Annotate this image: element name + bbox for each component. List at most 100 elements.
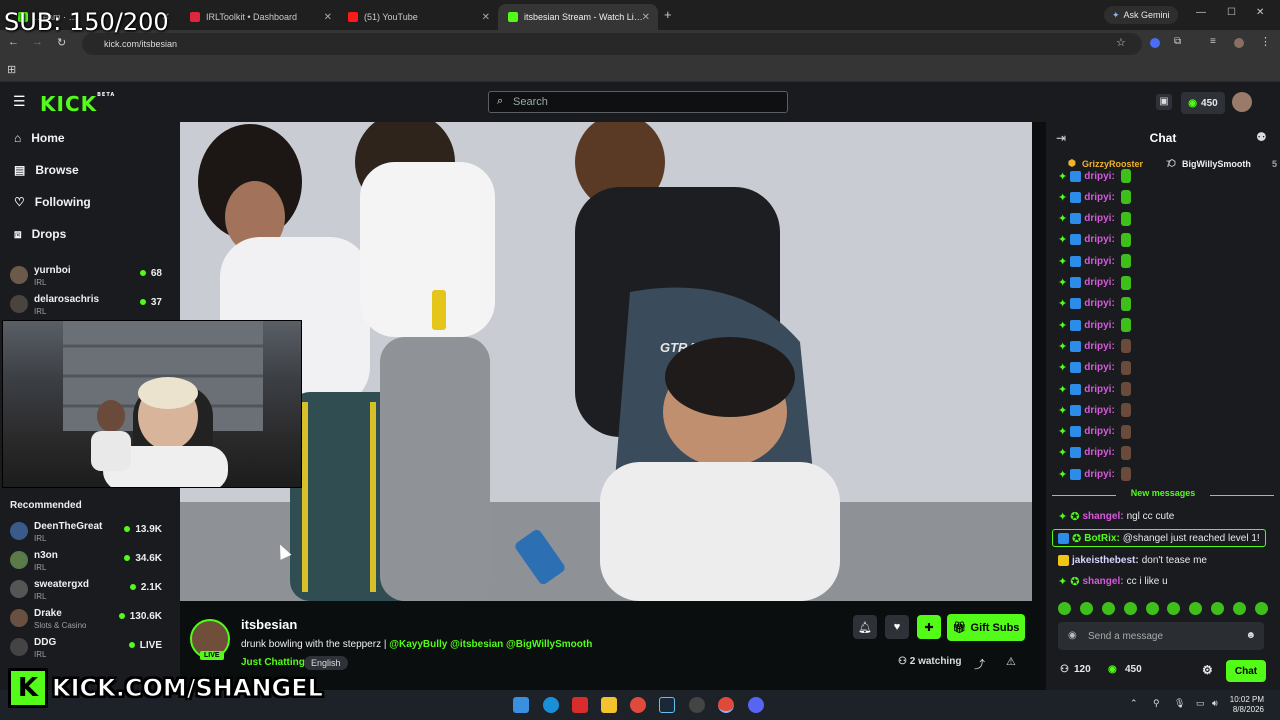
- maximize-button[interactable]: ☐: [1227, 7, 1236, 18]
- chat-username[interactable]: dripyi:: [1084, 277, 1115, 288]
- close-window-button[interactable]: ✕: [1256, 7, 1264, 18]
- sidebar-item-browse[interactable]: ▤ Browse: [14, 160, 79, 180]
- emote-icon[interactable]: [1254, 602, 1268, 615]
- chat-username[interactable]: shangel:: [1082, 576, 1123, 587]
- close-tab-icon[interactable]: ✕: [482, 12, 490, 23]
- follow-button[interactable]: ♥: [885, 615, 909, 639]
- chat-username[interactable]: dripyi:: [1084, 469, 1115, 480]
- chat-footer-points[interactable]: 450: [1125, 664, 1142, 675]
- forward-icon[interactable]: →: [32, 36, 43, 48]
- close-tab-icon[interactable]: ✕: [642, 12, 650, 23]
- emote-icon[interactable]: [1211, 602, 1225, 615]
- emote-icon[interactable]: [1233, 602, 1246, 615]
- points-badge[interactable]: ◉ 450: [1181, 92, 1225, 114]
- chat-username[interactable]: jakeisthebest:: [1072, 555, 1139, 566]
- address-bar[interactable]: kick.com/itsbesian: [82, 33, 1142, 55]
- steam-icon[interactable]: [659, 697, 675, 713]
- network-icon[interactable]: ⚲: [1153, 698, 1160, 709]
- chat-username[interactable]: dripyi:: [1084, 298, 1115, 309]
- new-messages-divider[interactable]: New messages: [1052, 488, 1274, 502]
- file-explorer-icon[interactable]: [601, 697, 617, 713]
- mic-icon[interactable]: 🎙︎: [1174, 698, 1185, 709]
- browser-tab-4[interactable]: itsbesian Stream - Watch Li… ✕: [498, 4, 658, 30]
- emote-icon[interactable]: [1145, 602, 1159, 615]
- close-tab-icon[interactable]: ✕: [324, 12, 332, 23]
- chat-username[interactable]: dripyi:: [1084, 362, 1115, 373]
- minimize-button[interactable]: —: [1196, 7, 1206, 18]
- emote-icon[interactable]: [1079, 602, 1093, 615]
- streamer-name[interactable]: itsbesian: [241, 617, 297, 632]
- chat-username[interactable]: dripyi:: [1084, 341, 1115, 352]
- sidebar-channel-sweatergxd[interactable]: sweatergxd IRL 2.1K: [10, 578, 170, 604]
- emote-icon[interactable]: [1058, 602, 1071, 615]
- sidebar-channel-delarosachris[interactable]: delarosachris IRL 37: [10, 293, 170, 319]
- extension-icon[interactable]: [1150, 38, 1160, 48]
- share-icon[interactable]: ⤴: [974, 656, 985, 672]
- emote-icon[interactable]: [1189, 602, 1203, 615]
- sidebar-item-following[interactable]: ♡ Following: [14, 192, 91, 212]
- chat-username[interactable]: dripyi:: [1084, 426, 1115, 437]
- emote-icon[interactable]: [1101, 602, 1115, 615]
- chrome-icon[interactable]: [630, 697, 646, 713]
- stream-title-mentions[interactable]: @KayyBully @itsbesian @BigWillySmooth: [389, 639, 592, 650]
- theater-mode-icon[interactable]: ▣: [1156, 94, 1172, 110]
- browser-tab-3[interactable]: (51) YouTube ✕: [338, 4, 498, 30]
- apps-grid-icon[interactable]: ⊞: [7, 63, 16, 76]
- settings-gear-icon[interactable]: ⚙: [1202, 663, 1213, 677]
- extensions-puzzle-icon[interactable]: ⧉: [1174, 36, 1181, 47]
- chat-username[interactable]: BotRix:: [1084, 533, 1120, 544]
- chat-username[interactable]: dripyi:: [1084, 192, 1115, 203]
- browser-menu-icon[interactable]: ⋮: [1260, 35, 1271, 48]
- display-icon[interactable]: ▭: [1196, 698, 1205, 709]
- chat-username[interactable]: dripyi:: [1084, 213, 1115, 224]
- search-input[interactable]: ⌕ Search: [488, 91, 788, 113]
- leaderboard-name[interactable]: BigWillySmooth: [1182, 159, 1251, 169]
- chat-users-icon[interactable]: ⚉: [1256, 130, 1267, 144]
- sidebar-channel-ddg[interactable]: DDG IRL LIVE: [10, 636, 170, 662]
- subscribe-button[interactable]: ✚: [917, 615, 941, 639]
- gift-subs-button[interactable]: 🎁︎ Gift Subs: [947, 614, 1025, 641]
- chat-input[interactable]: ◉ Send a message ☻: [1058, 622, 1264, 650]
- category-link[interactable]: Just Chatting: [241, 657, 305, 668]
- chat-username[interactable]: dripyi:: [1084, 320, 1115, 331]
- emote-icon[interactable]: [1167, 602, 1181, 615]
- bookmark-star-icon[interactable]: ☆: [1116, 36, 1126, 49]
- tray-chevron-icon[interactable]: ⌃: [1130, 698, 1138, 709]
- browser-tab-2[interactable]: IRLToolkit • Dashboard ✕: [180, 4, 340, 30]
- video-player[interactable]: GTRACING: [180, 122, 1032, 601]
- emoji-picker-icon[interactable]: ☻: [1245, 630, 1256, 641]
- emote-icon[interactable]: [1123, 602, 1137, 615]
- report-icon[interactable]: ⚠: [1006, 655, 1016, 668]
- system-clock[interactable]: 10:02 PM 8/8/2026: [1230, 695, 1264, 715]
- discord-icon[interactable]: [748, 697, 764, 713]
- volume-icon[interactable]: 🔊︎: [1212, 698, 1218, 709]
- chrome-active-icon[interactable]: [718, 697, 734, 713]
- sidebar-channel-deenthegreat[interactable]: DeenTheGreat IRL 13.9K: [10, 520, 170, 546]
- edge-icon[interactable]: [543, 697, 559, 713]
- sidebar-item-drops[interactable]: ⧈ Drops: [14, 224, 66, 244]
- app-icon[interactable]: [572, 697, 588, 713]
- windows-start-icon[interactable]: [513, 697, 529, 713]
- kick-logo[interactable]: KICKBETA: [40, 92, 115, 116]
- ask-gemini-button[interactable]: ✦ Ask Gemini: [1104, 6, 1178, 24]
- chat-username[interactable]: dripyi:: [1084, 405, 1115, 416]
- sidebar-channel-drake[interactable]: Drake Slots & Casino 130.6K: [10, 607, 170, 633]
- sidebar-channel-n3on[interactable]: n3on IRL 34.6K: [10, 549, 170, 575]
- sidebar-item-home[interactable]: ⌂ Home: [14, 128, 65, 148]
- chat-username[interactable]: dripyi:: [1084, 447, 1115, 458]
- new-tab-button[interactable]: +: [664, 7, 672, 22]
- profile-avatar[interactable]: [1234, 38, 1244, 48]
- send-chat-button[interactable]: Chat: [1226, 660, 1266, 682]
- menu-hamburger-icon[interactable]: ☰: [13, 93, 26, 110]
- user-avatar[interactable]: [1232, 92, 1252, 112]
- back-icon[interactable]: ←: [8, 36, 19, 48]
- chat-username[interactable]: shangel:: [1082, 511, 1123, 522]
- reload-icon[interactable]: ↻: [57, 36, 66, 49]
- notification-bell-button[interactable]: 🔔︎: [853, 615, 877, 639]
- chat-username[interactable]: dripyi:: [1084, 384, 1115, 395]
- chat-username[interactable]: dripyi:: [1084, 256, 1115, 267]
- media-icon[interactable]: ≡: [1210, 36, 1216, 47]
- chat-username[interactable]: dripyi:: [1084, 234, 1115, 245]
- sidebar-channel-yurnboi[interactable]: yurnboi IRL 68: [10, 264, 170, 290]
- obs-icon[interactable]: [689, 697, 705, 713]
